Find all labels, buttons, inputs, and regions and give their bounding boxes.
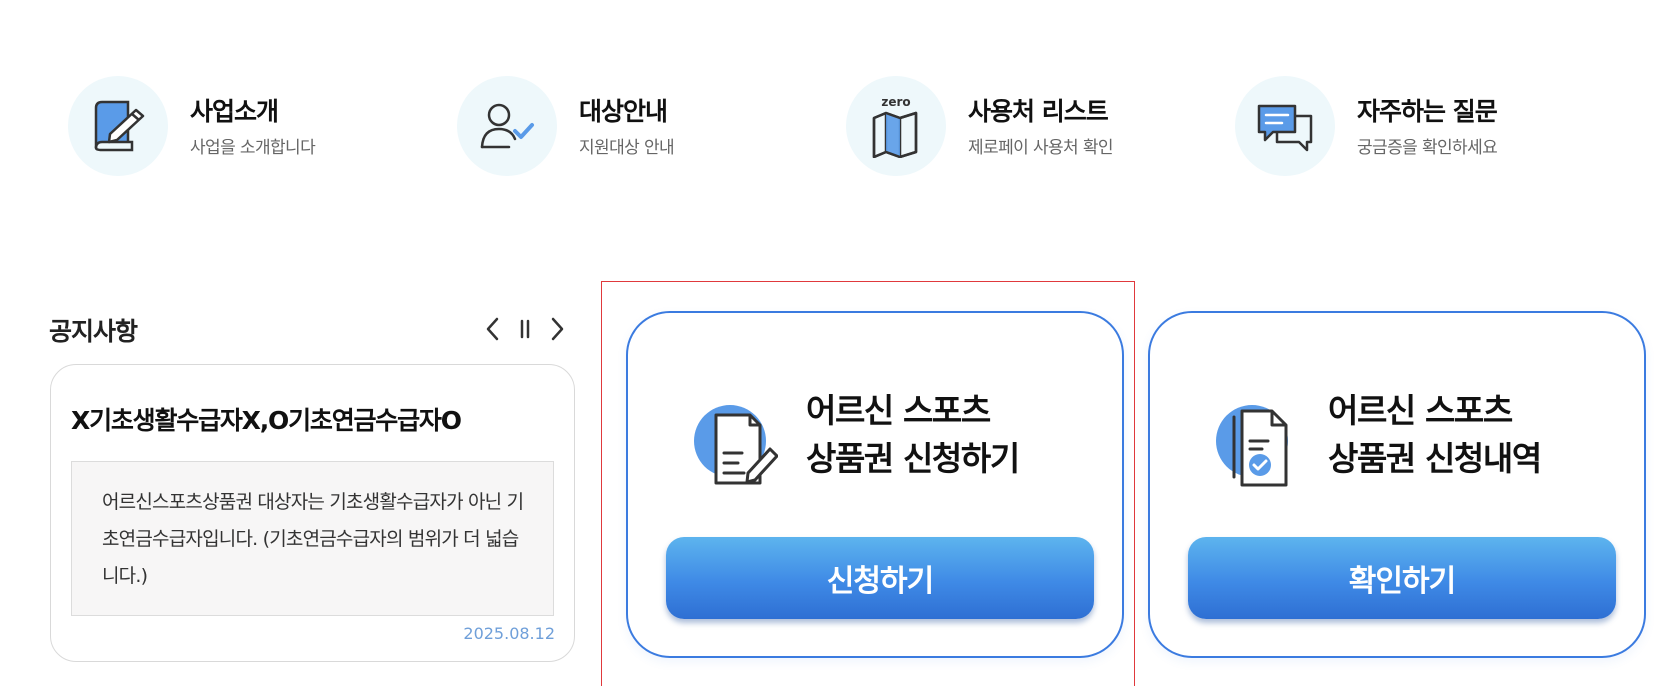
zero-map-icon: zero: [846, 76, 946, 176]
apply-card-title: 어르신 스포츠 상품권 신청하기: [806, 387, 1020, 483]
quick-menu-subtitle: 사업을 소개합니다: [190, 137, 316, 158]
user-check-icon: [457, 76, 557, 176]
quick-menu-title: 사업소개: [190, 96, 279, 126]
chevron-right-icon[interactable]: [545, 314, 571, 344]
document-check-icon: [1216, 401, 1300, 491]
apply-card[interactable]: 어르신 스포츠 상품권 신청하기 신청하기: [626, 311, 1124, 658]
notice-headline[interactable]: X기초생활수급자X,O기초연금수급자O: [71, 401, 462, 437]
apply-card-title-line2: 상품권 신청하기: [806, 439, 1020, 478]
quick-menu-subtitle: 지원대상 안내: [579, 137, 675, 158]
history-card-title: 어르신 스포츠 상품권 신청내역: [1328, 387, 1542, 483]
notice-section-title: 공지사항: [49, 317, 138, 346]
check-button[interactable]: 확인하기: [1188, 537, 1616, 619]
notice-date: 2025.08.12: [463, 624, 555, 643]
notice-body-box: 어르신스포츠상품권 대상자는 기초생활수급자가 아닌 기초연금수급자입니다. (…: [71, 461, 554, 616]
history-card[interactable]: 어르신 스포츠 상품권 신청내역 확인하기: [1148, 311, 1646, 658]
quick-menu-title: 자주하는 질문: [1357, 96, 1498, 126]
chat-bubble-icon: [1235, 76, 1335, 176]
chevron-left-icon[interactable]: [479, 314, 505, 344]
notice-card[interactable]: X기초생활수급자X,O기초연금수급자O 어르신스포츠상품권 대상자는 기초생활수…: [50, 364, 575, 662]
quick-menu-subtitle: 제로페이 사용처 확인: [968, 137, 1114, 158]
quick-menu-faq[interactable]: 자주하는 질문 궁금증을 확인하세요: [1235, 76, 1498, 176]
quick-menu-title: 대상안내: [579, 96, 668, 126]
quick-menu-title: 사용처 리스트: [968, 96, 1109, 126]
quick-menu-target-guide[interactable]: 대상안내 지원대상 안내: [457, 76, 675, 176]
notice-body: 어르신스포츠상품권 대상자는 기초생활수급자가 아닌 기초연금수급자입니다. (…: [102, 491, 524, 587]
apply-card-title-line1: 어르신 스포츠: [806, 391, 991, 430]
history-card-title-line2: 상품권 신청내역: [1328, 439, 1542, 478]
apply-button[interactable]: 신청하기: [666, 537, 1094, 619]
zero-label: zero: [881, 95, 910, 109]
pen-paper-icon: [68, 76, 168, 176]
quick-menu-business-intro[interactable]: 사업소개 사업을 소개합니다: [68, 76, 316, 176]
history-card-title-line1: 어르신 스포츠: [1328, 391, 1513, 430]
pause-icon[interactable]: [512, 314, 538, 344]
document-edit-icon: [694, 401, 779, 491]
quick-menu-subtitle: 궁금증을 확인하세요: [1357, 137, 1498, 158]
quick-menu-store-list[interactable]: zero 사용처 리스트 제로페이 사용처 확인: [846, 76, 1114, 176]
